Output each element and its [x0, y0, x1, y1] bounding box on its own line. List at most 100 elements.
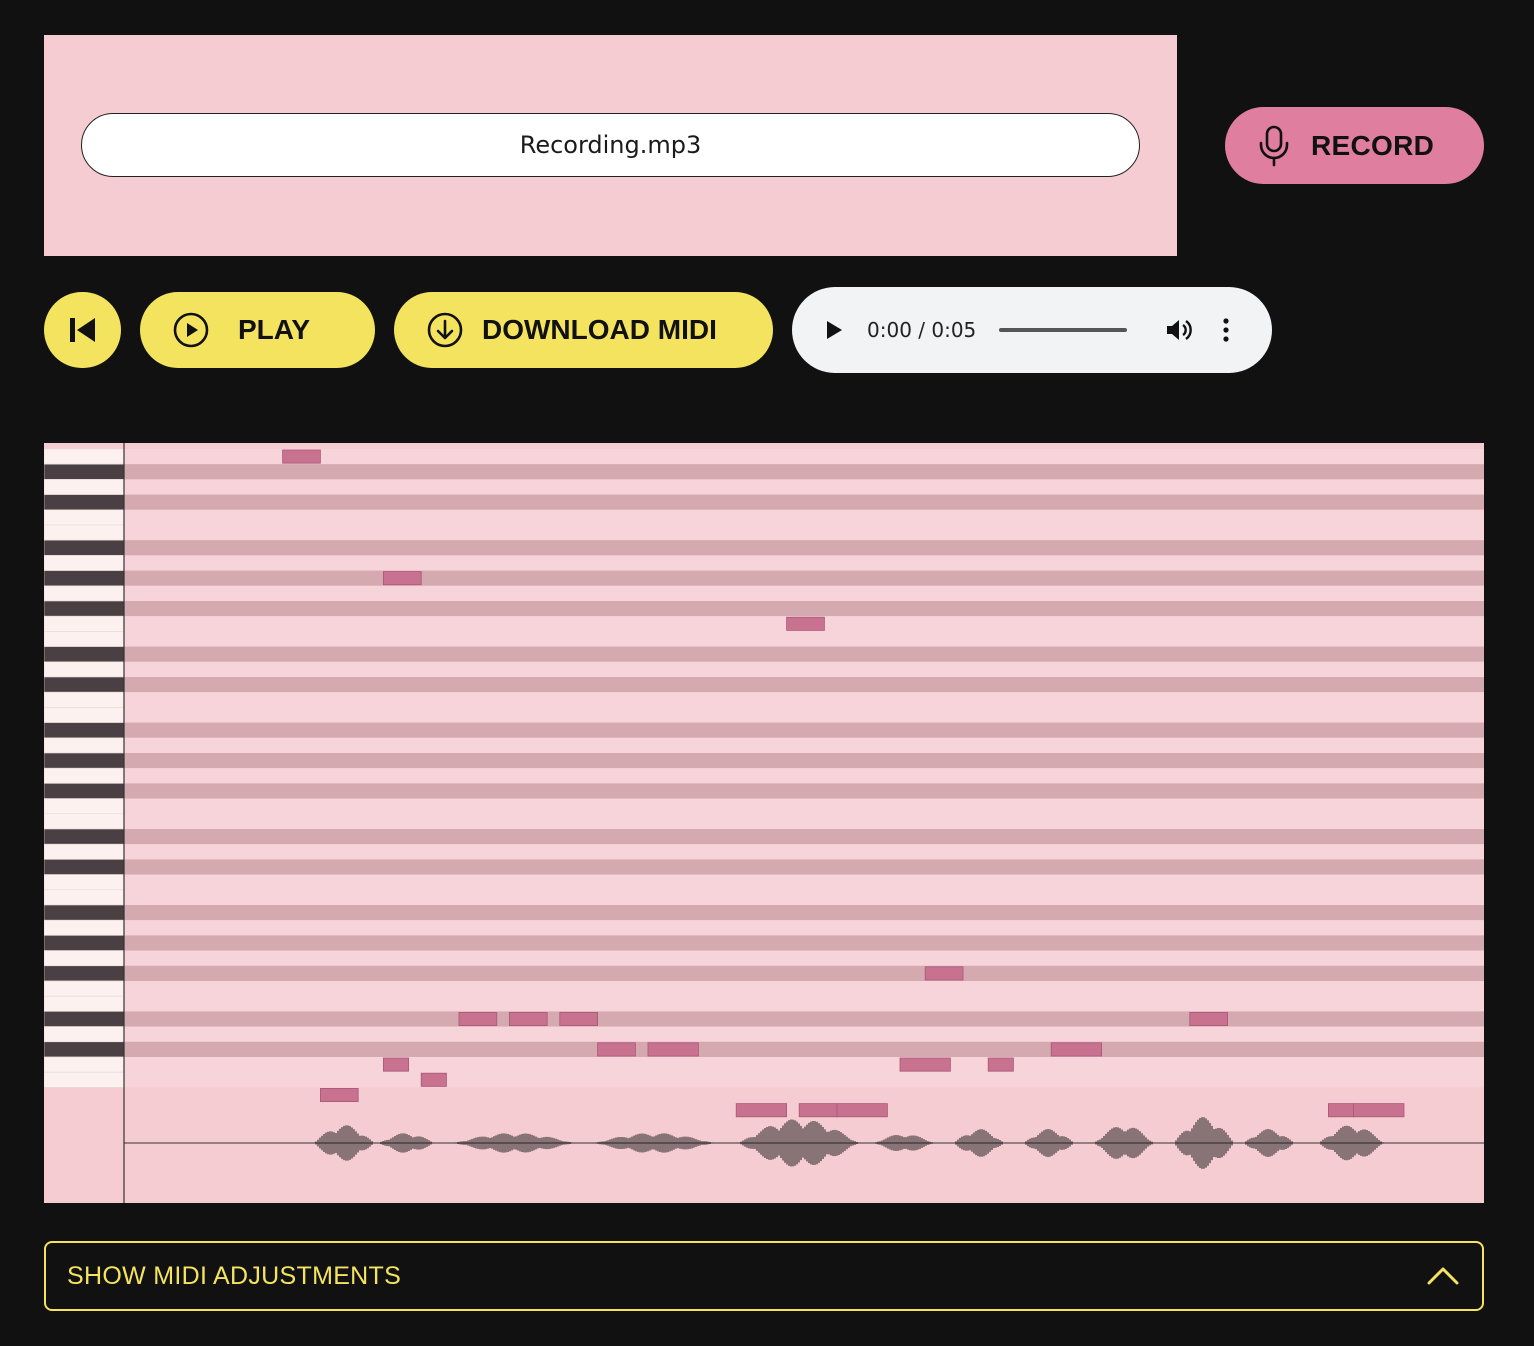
skip-to-start-button[interactable]	[44, 292, 121, 368]
white-key	[44, 615, 125, 632]
white-key	[44, 585, 125, 602]
pitch-row	[124, 1057, 1484, 1073]
record-button[interactable]: RECORD	[1225, 107, 1484, 184]
midi-note[interactable]	[508, 1012, 548, 1027]
midi-adjustments-toggle[interactable]: SHOW MIDI ADJUSTMENTS	[44, 1241, 1484, 1311]
file-name-field[interactable]: Recording.mp3	[81, 113, 1140, 177]
black-key	[44, 600, 125, 617]
audio-progress-slider[interactable]	[999, 328, 1127, 332]
black-key	[44, 676, 125, 693]
pitch-row	[124, 965, 1484, 981]
pitch-row	[124, 540, 1484, 556]
white-key	[44, 874, 125, 891]
black-key	[44, 752, 125, 769]
black-key	[44, 539, 125, 556]
pitch-row	[124, 570, 1484, 586]
midi-note[interactable]	[987, 1057, 1014, 1072]
white-key	[44, 950, 125, 967]
audio-player: 0:00 / 0:05	[792, 287, 1272, 373]
white-key	[44, 813, 125, 830]
midi-note[interactable]	[786, 616, 825, 631]
white-key	[44, 767, 125, 784]
pitch-row	[124, 1011, 1484, 1027]
play-circle-icon	[173, 312, 209, 348]
piano-keyboard	[44, 448, 125, 1088]
pitch-row	[124, 601, 1484, 617]
midi-note[interactable]	[1328, 1103, 1355, 1118]
pitch-row	[124, 935, 1484, 951]
midi-note[interactable]	[798, 1103, 838, 1118]
play-button[interactable]: PLAY	[140, 292, 375, 368]
midi-note[interactable]	[1353, 1103, 1405, 1118]
white-key	[44, 509, 125, 526]
waveform-segment	[595, 1133, 713, 1153]
pitch-row	[124, 525, 1484, 541]
microphone-icon	[1259, 125, 1289, 166]
white-key	[44, 843, 125, 860]
black-key	[44, 1011, 125, 1027]
pitch-row	[124, 829, 1484, 845]
white-key	[44, 919, 125, 936]
midi-note[interactable]	[836, 1103, 888, 1118]
midi-note[interactable]	[899, 1057, 951, 1072]
midi-note[interactable]	[319, 1088, 359, 1103]
pitch-rows	[124, 449, 1484, 1088]
pitch-row	[124, 859, 1484, 875]
pitch-row	[124, 494, 1484, 510]
midi-note[interactable]	[420, 1072, 447, 1087]
audio-time: 0:00 / 0:05	[867, 318, 977, 342]
white-key	[44, 1056, 125, 1073]
midi-note[interactable]	[647, 1042, 699, 1057]
white-key	[44, 1026, 125, 1043]
pitch-row	[124, 555, 1484, 571]
pitch-row	[124, 677, 1484, 693]
white-key	[44, 661, 125, 678]
black-key	[44, 859, 125, 875]
skip-to-start-icon	[69, 318, 95, 342]
play-label: PLAY	[238, 314, 311, 345]
more-options-icon[interactable]	[1222, 317, 1230, 343]
waveform-segment	[455, 1133, 573, 1153]
piano-roll[interactable]	[44, 443, 1484, 1203]
chevron-up-icon	[1427, 1267, 1459, 1285]
waveform-segment	[1320, 1125, 1384, 1161]
pitch-row	[124, 661, 1484, 677]
file-name-text: Recording.mp3	[519, 131, 702, 159]
download-midi-button[interactable]: DOWNLOAD MIDI	[394, 292, 773, 368]
pitch-row	[124, 1072, 1484, 1088]
midi-note[interactable]	[458, 1012, 498, 1027]
black-key	[44, 904, 125, 921]
pitch-row	[124, 1041, 1484, 1057]
white-key	[44, 737, 125, 754]
black-key	[44, 570, 125, 587]
midi-note[interactable]	[924, 966, 964, 981]
pitch-row	[124, 996, 1484, 1012]
white-key	[44, 555, 125, 571]
audio-play-icon[interactable]	[824, 319, 844, 341]
white-key	[44, 448, 125, 465]
midi-note[interactable]	[282, 449, 321, 464]
midi-note[interactable]	[1050, 1042, 1103, 1057]
white-key	[44, 995, 125, 1012]
pitch-row	[124, 768, 1484, 784]
midi-note[interactable]	[597, 1042, 636, 1057]
record-label: RECORD	[1311, 129, 1435, 161]
pitch-row	[124, 905, 1484, 921]
pitch-row	[124, 722, 1484, 738]
white-key	[44, 1071, 125, 1088]
white-key	[44, 889, 125, 906]
white-key	[44, 524, 125, 541]
pitch-row	[124, 950, 1484, 966]
midi-note[interactable]	[735, 1103, 788, 1118]
midi-note[interactable]	[1189, 1012, 1229, 1027]
black-key	[44, 935, 125, 951]
midi-note[interactable]	[382, 1057, 409, 1072]
pitch-row	[124, 1026, 1484, 1042]
pitch-row	[124, 753, 1484, 769]
pitch-row	[124, 813, 1484, 829]
midi-note[interactable]	[382, 571, 422, 586]
pitch-row	[124, 920, 1484, 936]
midi-note[interactable]	[559, 1012, 598, 1027]
volume-icon[interactable]	[1165, 317, 1193, 343]
black-key	[44, 965, 125, 982]
